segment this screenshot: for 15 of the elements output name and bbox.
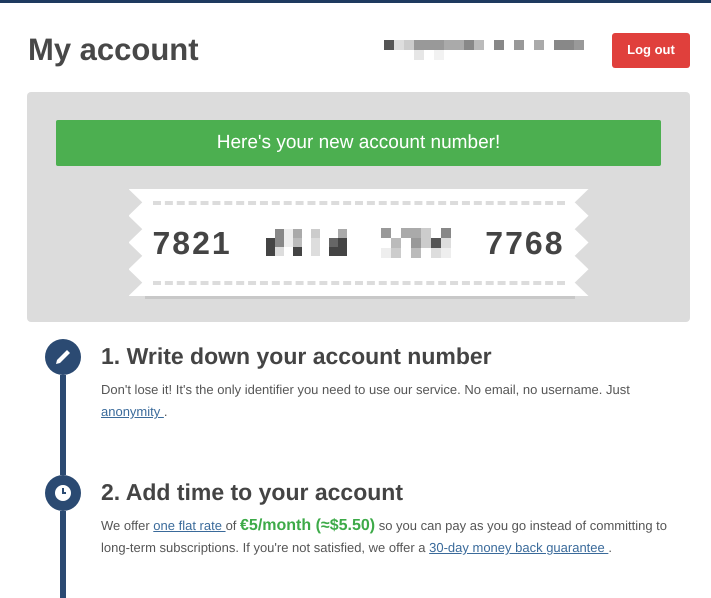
text-link[interactable]: anonymity (101, 404, 164, 419)
text-link[interactable]: one flat rate (153, 518, 226, 533)
account-number-start: 7821 (152, 224, 232, 262)
text-link[interactable]: 30-day money back guarantee (429, 540, 608, 555)
step-title: 1. Write down your account number (101, 342, 493, 371)
pencil-icon (45, 339, 81, 375)
logout-button[interactable]: Log out (612, 32, 690, 68)
account-banner: Here's your new account number! (56, 120, 661, 166)
step-description: We offer one flat rate of €5/month (≈$5.50) so you can pay as you go instead of committing to long-term subscriptions. If you're not satisfied, we offer a 30-day money back guarantee . (101, 516, 668, 557)
account-number-end: 7768 (485, 224, 564, 262)
step-title: 2. Add time to your account (101, 478, 404, 507)
step-description: Don't lose it! It's the only identifier you need to use our service. No email, no username. Just anonymity . (101, 381, 631, 421)
redacted-number-drawing (381, 228, 452, 258)
page-title: My account (28, 31, 199, 69)
clock-icon (45, 475, 81, 511)
